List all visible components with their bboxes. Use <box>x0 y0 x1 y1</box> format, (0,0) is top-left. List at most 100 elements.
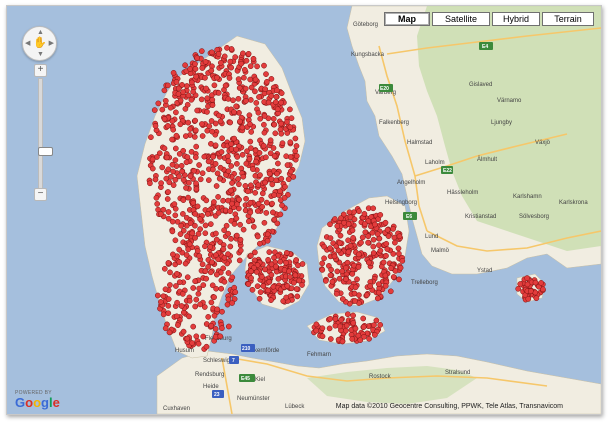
map-marker[interactable] <box>259 274 265 280</box>
map-marker[interactable] <box>293 153 300 159</box>
map-marker[interactable] <box>225 158 232 164</box>
map-marker[interactable] <box>194 248 201 254</box>
map-marker[interactable] <box>382 219 389 226</box>
map-marker[interactable] <box>205 314 212 320</box>
map-marker[interactable] <box>180 176 187 183</box>
map-marker[interactable] <box>358 239 364 246</box>
map-marker[interactable] <box>352 284 359 291</box>
map-marker[interactable] <box>193 296 200 303</box>
map-marker[interactable] <box>169 161 176 168</box>
map-marker[interactable] <box>228 163 235 169</box>
map-marker[interactable] <box>196 253 203 259</box>
map-marker[interactable] <box>249 286 256 293</box>
map-marker[interactable] <box>248 129 255 135</box>
map-marker[interactable] <box>225 270 232 276</box>
map-marker[interactable] <box>192 117 199 124</box>
map-marker[interactable] <box>293 286 300 292</box>
map-marker[interactable] <box>271 153 278 159</box>
map-marker[interactable] <box>268 93 275 99</box>
map-marker[interactable] <box>148 134 154 141</box>
map-marker[interactable] <box>247 97 254 103</box>
map-marker[interactable] <box>214 74 220 81</box>
map-marker[interactable] <box>184 83 190 89</box>
map-marker[interactable] <box>170 168 176 175</box>
map-marker[interactable] <box>364 292 370 298</box>
map-marker[interactable] <box>222 82 229 89</box>
map-marker[interactable] <box>274 170 280 177</box>
map-marker[interactable] <box>371 322 377 328</box>
map-marker[interactable] <box>205 177 212 183</box>
map-marker[interactable] <box>211 199 217 205</box>
map-marker[interactable] <box>345 237 351 244</box>
google-logo[interactable]: POWERED BY Google <box>15 390 60 409</box>
map-marker[interactable] <box>216 175 223 182</box>
map-marker[interactable] <box>261 113 268 119</box>
map-marker[interactable] <box>250 55 257 62</box>
map-marker[interactable] <box>232 54 239 60</box>
map-marker[interactable] <box>239 124 246 131</box>
map-marker[interactable] <box>374 295 381 302</box>
map-marker[interactable] <box>193 143 200 150</box>
map-marker[interactable] <box>327 315 334 322</box>
map-marker[interactable] <box>193 73 199 80</box>
map-marker[interactable] <box>237 247 244 254</box>
map-marker[interactable] <box>339 338 346 345</box>
map-marker[interactable] <box>331 253 338 260</box>
map-marker[interactable] <box>247 209 254 216</box>
map-marker[interactable] <box>236 85 243 91</box>
map-marker[interactable] <box>391 234 398 241</box>
map-marker[interactable] <box>212 160 219 167</box>
map-marker[interactable] <box>281 194 288 201</box>
map-marker[interactable] <box>191 167 197 174</box>
map-marker[interactable] <box>225 153 231 160</box>
map-marker[interactable] <box>225 323 232 330</box>
map-marker[interactable] <box>189 340 195 346</box>
map-marker[interactable] <box>263 154 269 161</box>
map-marker[interactable] <box>350 320 357 326</box>
map-marker[interactable] <box>344 259 351 266</box>
map-marker[interactable] <box>240 50 246 57</box>
map-marker[interactable] <box>273 93 280 100</box>
map-marker[interactable] <box>263 199 270 206</box>
map-marker[interactable] <box>210 166 216 173</box>
map-marker[interactable] <box>208 67 215 74</box>
map-marker[interactable] <box>274 106 281 113</box>
map-marker[interactable] <box>260 142 267 149</box>
map-marker[interactable] <box>179 291 186 297</box>
map-marker[interactable] <box>194 203 201 210</box>
map-marker[interactable] <box>226 75 233 81</box>
map-marker[interactable] <box>165 123 171 129</box>
map-marker[interactable] <box>265 287 272 294</box>
map-marker[interactable] <box>313 321 320 328</box>
map-marker[interactable] <box>341 219 347 226</box>
map-marker[interactable] <box>220 197 226 204</box>
map-marker[interactable] <box>158 180 164 186</box>
map-marker[interactable] <box>228 187 234 194</box>
map-marker[interactable] <box>240 226 247 233</box>
map-marker[interactable] <box>149 156 156 163</box>
map-marker[interactable] <box>190 285 197 291</box>
map-marker[interactable] <box>192 303 199 310</box>
map-marker[interactable] <box>319 333 326 340</box>
map-marker[interactable] <box>275 276 282 282</box>
map-marker[interactable] <box>166 329 173 336</box>
map-marker[interactable] <box>199 121 205 127</box>
map-marker[interactable] <box>345 249 352 255</box>
map-type-terrain-button[interactable]: Terrain <box>542 12 594 26</box>
map-marker[interactable] <box>278 99 284 106</box>
zoom-slider-thumb[interactable] <box>38 147 53 156</box>
map-marker[interactable] <box>195 290 202 297</box>
map-marker[interactable] <box>211 82 218 89</box>
map-marker[interactable] <box>233 103 239 110</box>
zoom-out-button[interactable]: − <box>34 188 47 201</box>
map-marker[interactable] <box>174 270 180 277</box>
map-marker[interactable] <box>161 265 168 272</box>
map-marker[interactable] <box>165 296 172 302</box>
map-marker[interactable] <box>254 208 261 214</box>
map-marker[interactable] <box>334 223 341 229</box>
map-marker[interactable] <box>283 250 290 256</box>
map-marker[interactable] <box>186 179 192 186</box>
map-marker[interactable] <box>287 139 294 146</box>
map-marker[interactable] <box>283 294 290 301</box>
map-marker[interactable] <box>250 223 257 230</box>
